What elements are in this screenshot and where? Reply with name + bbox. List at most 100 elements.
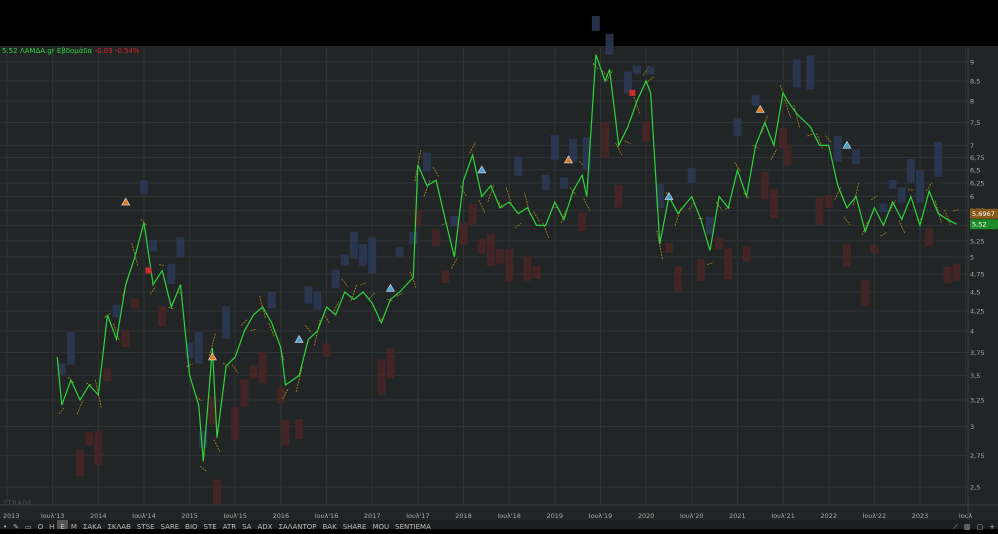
support-box <box>761 172 769 199</box>
support-box <box>240 379 248 407</box>
y-tick-label: 2,75 <box>970 452 984 460</box>
toolbar-item[interactable]: ΣΑΚΑ <box>80 520 105 529</box>
toolbar-item[interactable]: SENTIEMA <box>392 520 434 529</box>
resistance-box <box>167 264 175 284</box>
y-tick-label: 5 <box>970 254 974 262</box>
toolbar-item[interactable]: MOU <box>369 520 392 529</box>
support-box <box>122 330 130 347</box>
toolbar-item[interactable]: E <box>57 520 67 529</box>
resistance-box <box>149 240 157 252</box>
support-box <box>724 249 732 280</box>
level-dash <box>785 99 791 117</box>
resistance-box <box>368 238 376 274</box>
price-chart[interactable]: 98,587,576,756,56,2565,755,55,2554,754,5… <box>0 0 998 529</box>
support-box <box>642 122 650 142</box>
resistance-box <box>934 142 942 177</box>
support-box <box>158 306 166 326</box>
resistance-box <box>733 118 741 136</box>
toolbar-item[interactable]: STSE <box>134 520 158 529</box>
warning-signal-icon <box>756 105 764 112</box>
resistance-box <box>514 156 522 176</box>
toolbar-item[interactable]: BIO <box>182 520 200 529</box>
chart-tool-button[interactable]: + <box>986 523 998 531</box>
y-tick-label: 3,25 <box>970 396 984 404</box>
level-dash <box>150 286 156 294</box>
x-tick-label: 2015 <box>181 512 198 520</box>
toolbar-item[interactable]: ▭ <box>22 520 35 529</box>
resistance-box <box>176 237 184 257</box>
resistance-box <box>113 305 121 318</box>
support-box <box>743 246 751 261</box>
x-tick-label: 2014 <box>90 512 107 520</box>
level-dash <box>534 212 540 222</box>
support-box <box>943 267 951 283</box>
support-box <box>131 298 139 308</box>
resistance-box <box>423 153 431 172</box>
price-tag-reference: 5,6967 <box>970 209 998 219</box>
y-tick-label: 6,75 <box>970 154 984 162</box>
level-dash <box>241 319 247 326</box>
chart-tool-button[interactable]: ⟋ <box>950 523 961 531</box>
resistance-box <box>647 66 655 74</box>
toolbar-item[interactable]: H <box>46 520 57 529</box>
chart-tool-button[interactable]: ▢ <box>974 523 987 531</box>
level-dash <box>899 220 905 233</box>
level-dash <box>333 302 339 314</box>
support-box <box>281 420 289 445</box>
toolbar-item[interactable]: ΣΑΛΑΝΤΟΡ <box>275 520 319 529</box>
toolbar-item[interactable]: ΣΚΛΑΒ <box>105 520 134 529</box>
resistance-box <box>560 177 568 188</box>
support-box <box>843 244 851 267</box>
chart-tool-button[interactable]: ▥ <box>961 523 974 531</box>
resistance-box <box>606 34 614 55</box>
toolbar-item[interactable]: ATR <box>220 520 239 529</box>
support-box <box>665 243 673 253</box>
toolbar-item[interactable]: • <box>0 520 10 529</box>
level-dash <box>880 232 886 236</box>
toolbar-item[interactable]: ADX <box>254 520 275 529</box>
level-dash <box>296 367 302 392</box>
y-tick-label: 3,5 <box>970 372 980 380</box>
support-box <box>487 234 495 266</box>
price-tag-label: 5,6967 <box>972 210 995 218</box>
y-tick-label: 3 <box>970 423 974 431</box>
resistance-box <box>542 175 550 191</box>
y-tick-label: 4,5 <box>970 288 980 296</box>
resistance-box <box>889 180 897 189</box>
level-dash <box>625 141 631 144</box>
toolbar-item[interactable]: M <box>68 520 80 529</box>
resistance-box <box>551 135 559 160</box>
support-box <box>469 204 477 225</box>
support-box <box>601 122 609 157</box>
y-tick-label: 3,75 <box>970 349 984 357</box>
support-box <box>784 145 792 165</box>
toolbar-item[interactable]: O <box>35 520 47 529</box>
level-dash <box>269 323 275 337</box>
resistance-box <box>450 216 458 226</box>
support-box <box>816 197 824 224</box>
level-dash <box>177 293 183 294</box>
x-tick-label: Ιουλ'20 <box>680 512 704 520</box>
resistance-box <box>304 286 312 303</box>
toolbar-item[interactable]: SARE <box>158 520 183 529</box>
support-box <box>213 479 221 503</box>
resistance-box <box>313 292 321 310</box>
resistance-box <box>350 232 358 259</box>
toolbar-item[interactable]: ΒΑΚ <box>320 520 340 529</box>
resistance-box <box>793 60 801 88</box>
level-dash <box>593 63 599 70</box>
toolbar-item[interactable]: STE <box>201 520 220 529</box>
toolbar-item[interactable]: ✎ <box>10 520 22 529</box>
x-tick-label: 2019 <box>547 512 564 520</box>
level-dash <box>159 265 165 266</box>
header-change: -0.03 <box>94 47 112 55</box>
y-tick-label: 5,25 <box>970 237 984 245</box>
resistance-box <box>916 170 924 203</box>
header-symbol: ΛΑΜΔΑ.gr <box>20 47 55 55</box>
x-tick-label: Ιουλ'19 <box>589 512 613 520</box>
support-box <box>460 223 468 245</box>
support-box <box>523 256 531 280</box>
support-box <box>441 270 449 283</box>
toolbar-item[interactable]: SHARE <box>340 520 370 529</box>
toolbar-item[interactable]: SA <box>239 520 254 529</box>
